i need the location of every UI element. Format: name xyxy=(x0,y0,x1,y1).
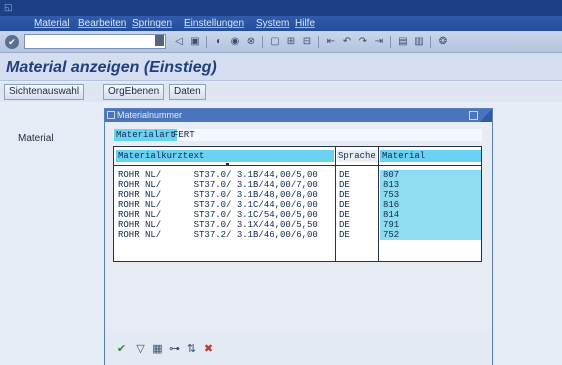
menu-material[interactable]: Material xyxy=(34,18,70,29)
binoculars-icon[interactable]: ⊶ xyxy=(168,343,181,356)
material-cell: 807 xyxy=(380,170,481,180)
language-cell: DE xyxy=(339,170,350,180)
close-icon[interactable] xyxy=(469,111,478,120)
table-row[interactable]: ROHR NL/ ST37.0/ 3.1C/44,00/6,00 DE 816 xyxy=(114,200,481,210)
window-icon xyxy=(107,111,115,119)
help-icon[interactable]: ❂ xyxy=(436,35,450,49)
find-icon[interactable]: ⊞ xyxy=(284,35,298,49)
toolbar-separator xyxy=(390,36,391,48)
material-cell: 814 xyxy=(380,210,481,220)
command-field[interactable] xyxy=(24,34,166,49)
material-cell: 791 xyxy=(380,220,481,230)
material-cell: 816 xyxy=(380,200,481,210)
dialog-button-bar: ✔ ▽ ▦ ⊶ ⇅ ✖ xyxy=(105,329,492,365)
column-marker xyxy=(226,163,229,166)
cancel-icon[interactable]: ⊗ xyxy=(244,35,258,49)
column-header-materialkurztext[interactable]: Materialkurztext xyxy=(116,150,334,162)
print-icon[interactable]: ▢ xyxy=(268,35,282,49)
dialog-title-bar: Materialnummer xyxy=(105,109,492,122)
table-row[interactable]: ROHR NL/ ST37.0/ 3.1C/54,00/5,00 DE 814 xyxy=(114,210,481,220)
sort-icon[interactable]: ⇅ xyxy=(185,343,198,356)
back-arrow-icon[interactable]: ◁ xyxy=(172,35,186,49)
first-page-icon[interactable]: ⇤ xyxy=(324,35,338,49)
standard-toolbar: ✔ ◁ ▣ ◐ ◉ ⊗ ▢ ⊞ ⊟ ⇤ ↶ ↷ ⇥ ▤ ▥ ❂ xyxy=(0,31,562,53)
title-corner xyxy=(480,109,492,122)
material-type-filter: Materialart FERT xyxy=(113,129,482,141)
short-text-cell: ROHR NL/ ST37.0/ 3.1C/44,00/6,00 xyxy=(118,200,318,210)
language-cell: DE xyxy=(339,190,350,200)
material-type-value: FERT xyxy=(173,130,195,140)
header-divider xyxy=(114,165,481,166)
exit-icon[interactable]: ◉ xyxy=(228,35,242,49)
enter-icon[interactable]: ✔ xyxy=(5,35,19,49)
sap-logo-icon: ◱ xyxy=(4,2,13,12)
results-table: Materialkurztext Sprache Material ROHR N… xyxy=(113,146,482,262)
short-text-cell: ROHR NL/ ST37.0/ 3.1B/44,00/5,00 xyxy=(118,170,318,180)
material-number-dialog: Materialnummer Materialart FERT Material… xyxy=(104,108,493,365)
table-row[interactable]: ROHR NL/ ST37.0/ 3.1B/44,00/5,00 DE 807 xyxy=(114,170,481,180)
page-title-bar: Material anzeigen (Einstieg) xyxy=(0,53,562,81)
menu-bar: Material Bearbeiten Springen Einstellung… xyxy=(0,16,562,31)
sichtenauswahl-button[interactable]: Sichtenauswahl xyxy=(4,84,85,100)
column-header-sprache[interactable]: Sprache xyxy=(337,150,377,162)
menu-springen[interactable]: Springen xyxy=(132,18,172,29)
daten-button[interactable]: Daten xyxy=(169,84,206,100)
material-cell: 753 xyxy=(380,190,481,200)
cancel-icon[interactable]: ✖ xyxy=(202,343,215,356)
short-text-cell: ROHR NL/ ST37.0/ 3.1B/44,00/7,00 xyxy=(118,180,318,190)
page-title: Material anzeigen (Einstieg) xyxy=(6,59,217,76)
language-cell: DE xyxy=(339,210,350,220)
short-text-cell: ROHR NL/ ST37.0/ 3.1B/48,00/8,00 xyxy=(118,190,318,200)
language-cell: DE xyxy=(339,180,350,190)
menu-hilfe[interactable]: Hilfe xyxy=(295,18,315,29)
previous-page-icon[interactable]: ↶ xyxy=(340,35,354,49)
orgebenen-button[interactable]: OrgEbenen xyxy=(103,84,165,100)
material-cell: 813 xyxy=(380,180,481,190)
filter-icon[interactable]: ▽ xyxy=(134,343,147,356)
toolbar-separator xyxy=(262,36,263,48)
table-row[interactable]: ROHR NL/ ST37.2/ 3.1B/46,00/6,00 DE 752 xyxy=(114,230,481,240)
table-row[interactable]: ROHR NL/ ST37.0/ 3.1B/48,00/8,00 DE 753 xyxy=(114,190,481,200)
material-type-label: Materialart xyxy=(114,129,178,141)
toolbar-separator xyxy=(318,36,319,48)
toolbar-separator xyxy=(430,36,431,48)
toolbar-separator xyxy=(206,36,207,48)
application-toolbar: Sichtenauswahl OrgEbenen Daten xyxy=(0,82,562,102)
table-icon[interactable]: ▦ xyxy=(151,343,164,356)
table-row[interactable]: ROHR NL/ ST37.0/ 3.1B/44,00/7,00 DE 813 xyxy=(114,180,481,190)
menu-bearbeiten[interactable]: Bearbeiten xyxy=(78,18,126,29)
language-cell: DE xyxy=(339,220,350,230)
shortcut-icon[interactable]: ▥ xyxy=(412,35,426,49)
command-history-icon[interactable] xyxy=(155,35,164,46)
title-bar: ◱ xyxy=(0,0,562,16)
find-next-icon[interactable]: ⊟ xyxy=(300,35,314,49)
dialog-title: Materialnummer xyxy=(117,110,183,120)
short-text-cell: ROHR NL/ ST37.0/ 3.1X/44,00/5,50 xyxy=(118,220,318,230)
table-row[interactable]: ROHR NL/ ST37.0/ 3.1X/44,00/5,50 DE 791 xyxy=(114,220,481,230)
column-header-material[interactable]: Material xyxy=(380,150,481,162)
material-field-label: Material xyxy=(18,133,54,144)
short-text-cell: ROHR NL/ ST37.0/ 3.1C/54,00/5,00 xyxy=(118,210,318,220)
language-cell: DE xyxy=(339,200,350,210)
check-icon[interactable]: ✔ xyxy=(115,343,128,356)
next-page-icon[interactable]: ↷ xyxy=(356,35,370,49)
last-page-icon[interactable]: ⇥ xyxy=(372,35,386,49)
menu-einstellungen[interactable]: Einstellungen xyxy=(184,18,244,29)
save-icon[interactable]: ▣ xyxy=(188,35,202,49)
material-cell: 752 xyxy=(380,230,481,240)
new-session-icon[interactable]: ▤ xyxy=(396,35,410,49)
back-icon[interactable]: ◐ xyxy=(212,35,226,49)
short-text-cell: ROHR NL/ ST37.2/ 3.1B/46,00/6,00 xyxy=(118,230,318,240)
menu-system[interactable]: System xyxy=(256,18,289,29)
language-cell: DE xyxy=(339,230,350,240)
